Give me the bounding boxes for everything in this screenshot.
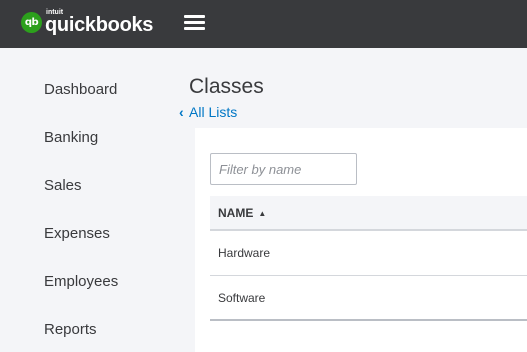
- filter-by-name-input[interactable]: [210, 153, 357, 185]
- classes-panel: NAME ▲ Hardware Software: [195, 128, 527, 352]
- sidebar-item-sales[interactable]: Sales: [44, 177, 82, 195]
- sidebar-item-dashboard[interactable]: Dashboard: [44, 81, 117, 99]
- all-lists-label: All Lists: [189, 104, 238, 120]
- chevron-left-icon: ‹: [179, 104, 184, 120]
- sidebar-nav: Dashboard Banking Sales Expenses Employe…: [0, 48, 180, 352]
- sidebar-item-expenses[interactable]: Expenses: [44, 225, 110, 243]
- class-name-cell: Hardware: [218, 246, 271, 260]
- table-row[interactable]: Software: [210, 276, 527, 321]
- quickbooks-logo-icon[interactable]: qb: [21, 12, 42, 33]
- class-name-cell: Software: [218, 291, 266, 305]
- sidebar-item-reports[interactable]: Reports: [44, 321, 97, 339]
- hamburger-menu-icon[interactable]: [184, 15, 205, 32]
- sidebar-item-banking[interactable]: Banking: [44, 129, 98, 147]
- table-header: NAME ▲: [210, 196, 527, 231]
- page-title: Classes: [189, 75, 264, 98]
- quickbooks-wordmark[interactable]: quickbooks: [45, 13, 153, 37]
- table-row[interactable]: Hardware: [210, 231, 527, 276]
- sidebar-item-employees[interactable]: Employees: [44, 273, 118, 291]
- top-bar: qb intuit quickbooks: [0, 0, 527, 48]
- name-column-header[interactable]: NAME ▲: [218, 206, 266, 221]
- name-column-label: NAME: [218, 206, 254, 220]
- sort-ascending-icon: ▲: [258, 209, 267, 218]
- all-lists-link[interactable]: ‹ All Lists: [179, 104, 237, 121]
